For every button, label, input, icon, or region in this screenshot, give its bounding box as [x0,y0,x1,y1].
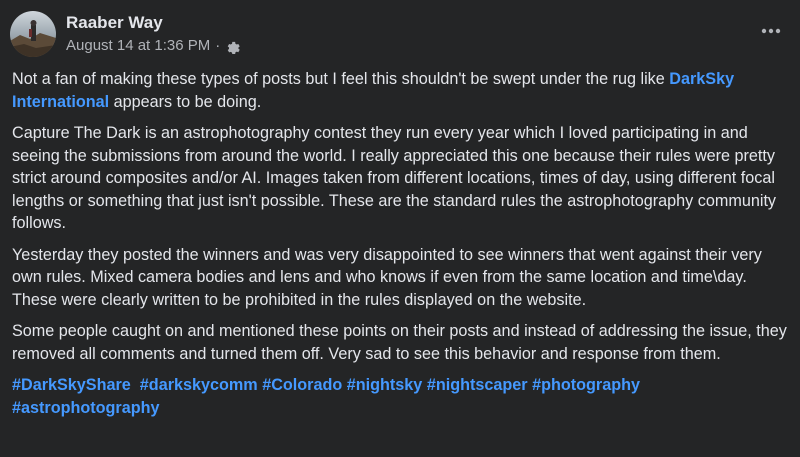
hashtag-link[interactable]: #photography [532,376,640,394]
paragraph-text: appears to be doing. [109,92,262,111]
post-subline: August 14 at 1:36 PM · [66,36,240,56]
post-paragraph-3: Yesterday they posted the winners and wa… [12,245,762,309]
hashtag-link[interactable]: #nightscaper [427,376,528,394]
paragraph-text: Not a fan of making these types of posts… [12,70,670,88]
hashtag-link[interactable]: #Colorado [262,376,342,394]
hashtag-link[interactable]: #DarkSkyShare [12,376,131,394]
post-paragraph-4: Some people caught on and mentioned thes… [12,322,787,363]
author-name[interactable]: Raaber Way [66,12,240,34]
post-paragraph-2: Capture The Dark is an astrophotography … [12,124,777,232]
post-header: Raaber Way August 14 at 1:36 PM · [10,9,240,59]
avatar-image [10,11,56,57]
separator-dot: · [215,37,221,54]
facebook-post: Raaber Way August 14 at 1:36 PM · Not a … [0,0,800,457]
avatar[interactable] [10,11,56,57]
post-body: Not a fan of making these types of posts… [12,68,790,419]
more-options-button[interactable] [756,18,786,44]
post-meta: Raaber Way August 14 at 1:36 PM · [66,12,240,56]
hashtag-link[interactable]: #darkskycomm [140,376,258,394]
post-paragraph-1: Not a fan of making these types of posts… [12,68,790,113]
more-options-icon [761,28,781,34]
hashtag-link[interactable]: #astrophotography [12,399,160,417]
hashtag-list: #DarkSkyShare #darkskycomm #Colorado #ni… [12,374,790,419]
gear-icon[interactable] [225,39,240,54]
hashtag-link[interactable]: #nightsky [347,376,423,394]
post-timestamp[interactable]: August 14 at 1:36 PM [66,36,210,56]
